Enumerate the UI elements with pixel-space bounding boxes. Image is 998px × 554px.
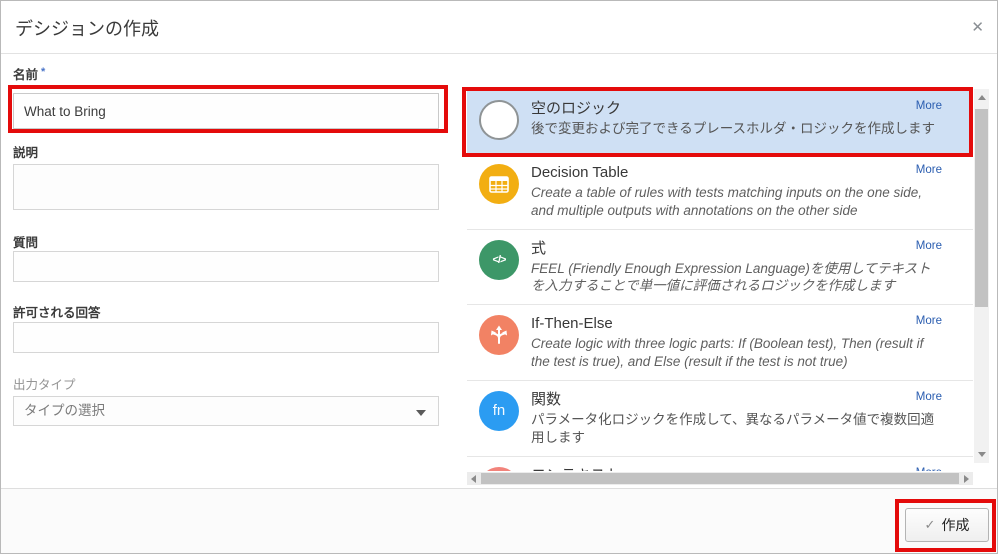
dialog-footer (1, 488, 997, 554)
logic-item-title: コンテキスト (531, 466, 939, 472)
logic-item-title: Decision Table (531, 163, 939, 182)
create-button[interactable]: ✓ 作成 (905, 508, 989, 542)
logic-item-title: 式 (531, 239, 939, 258)
vertical-scrollbar[interactable] (974, 89, 989, 463)
scroll-up-icon[interactable] (978, 95, 986, 100)
logic-item-description: FEEL (Friendly Enough Expression Languag… (531, 260, 939, 296)
chevron-down-icon (416, 410, 426, 416)
context-icon (479, 467, 519, 472)
logic-item-description: 後で変更および完了できるプレースホルダ・ロジックを作成します (531, 120, 939, 138)
more-link[interactable]: More (916, 100, 942, 112)
logic-item-description: Create logic with three logic parts: If … (531, 335, 939, 371)
fn-icon: fn (479, 391, 519, 431)
name-input[interactable] (13, 93, 439, 129)
horizontal-scrollbar-thumb[interactable] (481, 473, 959, 484)
create-button-label: 作成 (941, 515, 969, 535)
logic-item-title: 関数 (531, 390, 939, 409)
logic-item-title: If-Then-Else (531, 314, 939, 333)
output-type-label: 出力タイプ (13, 374, 76, 393)
allowed-answers-label: 許可される回答 (13, 302, 101, 321)
logic-item-decision-table[interactable]: More Decision Table Create a table of ru… (467, 154, 973, 230)
table-icon (479, 164, 519, 204)
empty-circle-icon (479, 100, 519, 140)
logic-item-if-then-else[interactable]: More If-Then-Else Create logic with thre… (467, 305, 973, 381)
allowed-answers-input[interactable] (13, 322, 439, 353)
name-label: 名前* (13, 64, 45, 83)
more-link[interactable]: More (916, 164, 942, 176)
logic-item-expression[interactable]: </> More 式 FEEL (Friendly Enough Express… (467, 230, 973, 306)
output-type-selected-value: タイプの選択 (24, 403, 105, 418)
logic-type-list: More 空のロジック 後で変更および完了できるプレースホルダ・ロジックを作成し… (467, 90, 973, 471)
header-divider (1, 53, 997, 54)
logic-item-title: 空のロジック (531, 99, 939, 118)
logic-item-description: パラメータ化ロジックを作成して、異なるパラメータ値で複数回適用します (531, 411, 939, 447)
required-asterisk: * (41, 66, 45, 78)
more-link[interactable]: More (916, 467, 942, 472)
code-icon: </> (479, 240, 519, 280)
logic-item-description: Create a table of rules with tests match… (531, 184, 939, 220)
logic-item-context[interactable]: More コンテキスト (467, 457, 973, 472)
scroll-left-icon[interactable] (471, 475, 476, 483)
description-input[interactable] (13, 164, 439, 210)
scroll-down-icon[interactable] (978, 452, 986, 457)
question-label: 質問 (13, 232, 38, 251)
logic-item-function[interactable]: fn More 関数 パラメータ化ロジックを作成して、異なるパラメータ値で複数回… (467, 381, 973, 457)
vertical-scrollbar-thumb[interactable] (975, 109, 988, 307)
output-type-select[interactable]: タイプの選択 (13, 396, 439, 426)
logic-item-empty-logic[interactable]: More 空のロジック 後で変更および完了できるプレースホルダ・ロジックを作成し… (467, 90, 973, 154)
more-link[interactable]: More (916, 391, 942, 403)
scroll-right-icon[interactable] (964, 475, 969, 483)
more-link[interactable]: More (916, 315, 942, 327)
horizontal-scrollbar[interactable] (467, 472, 973, 485)
dialog-title: デシジョンの作成 (15, 15, 159, 41)
more-link[interactable]: More (916, 240, 942, 252)
branch-icon (479, 315, 519, 355)
question-input[interactable] (13, 251, 439, 282)
checkmark-icon: ✓ (925, 517, 936, 533)
close-icon[interactable]: ✕ (971, 18, 984, 36)
description-label: 説明 (13, 142, 38, 161)
create-decision-dialog: デシジョンの作成 ✕ 名前* 説明 質問 許可される回答 出力タイプ タイプの選… (0, 0, 998, 554)
